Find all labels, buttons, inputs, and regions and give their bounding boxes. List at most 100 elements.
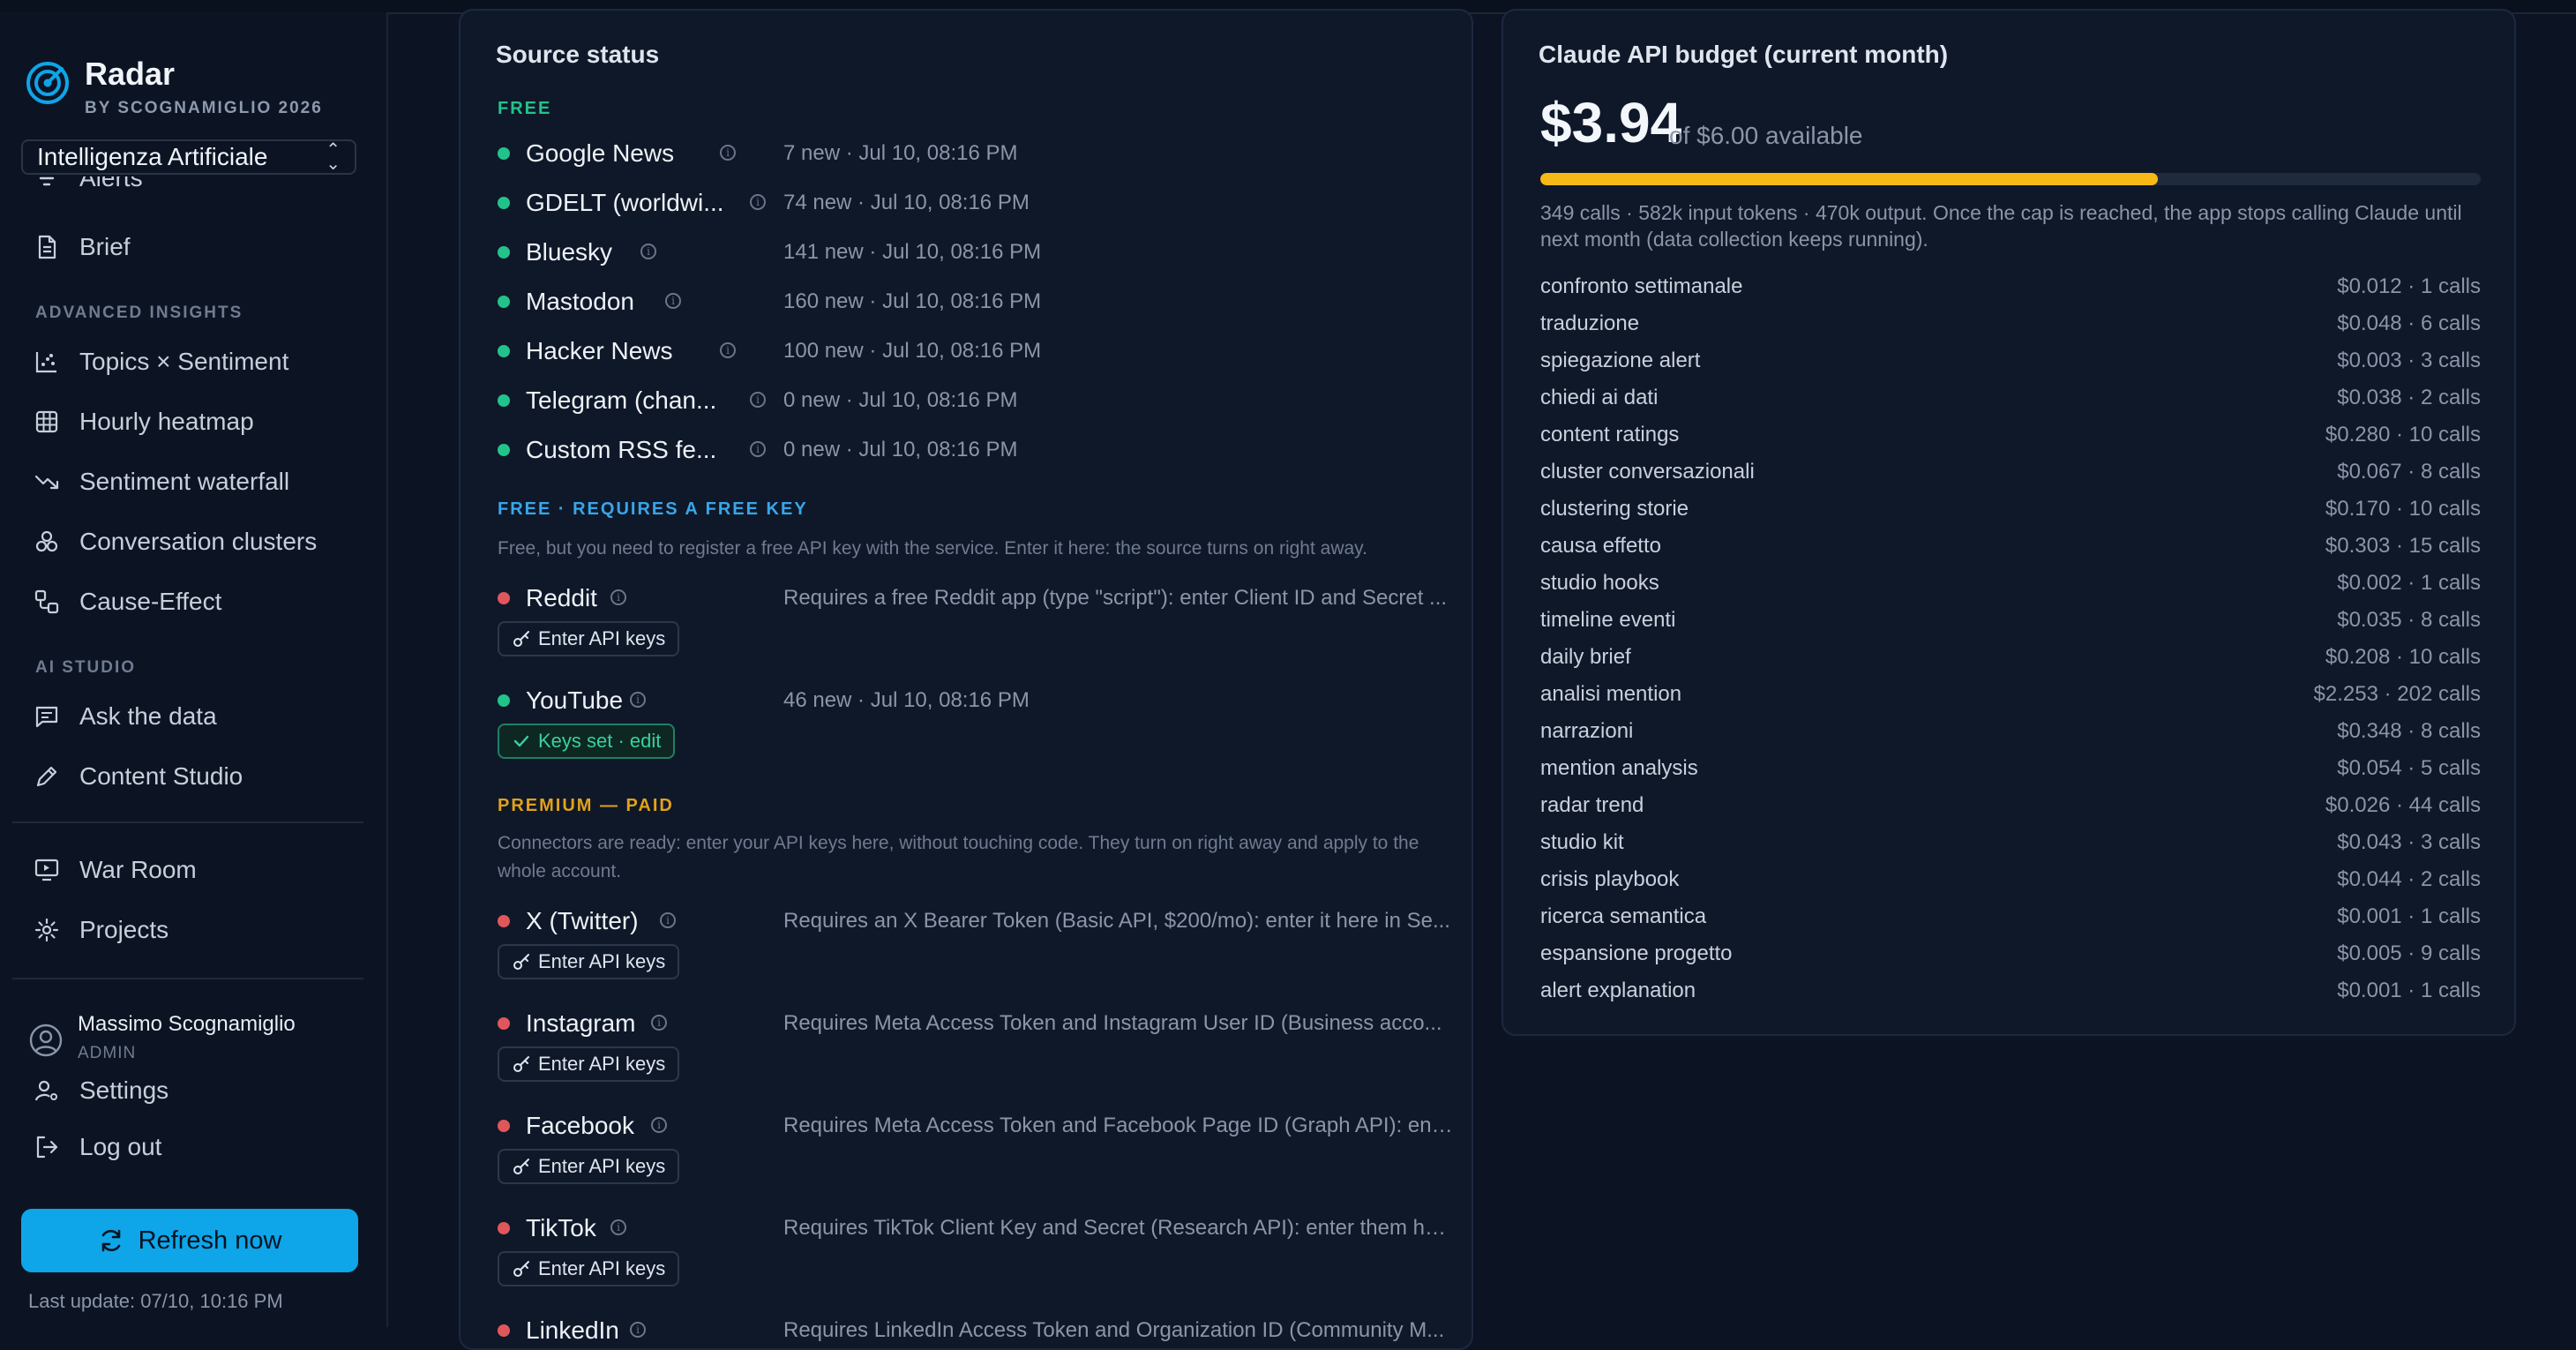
info-icon[interactable]: i [660,912,676,928]
source-row[interactable]: Hacker News i 100 new · Jul 10, 08:16 PM [498,332,1450,371]
nav-label: Sentiment waterfall [79,468,290,495]
source-status: Requires a free Reddit app (type "script… [783,586,1448,610]
usage-name: daily brief [1540,645,1631,669]
project-select[interactable]: Intelligenza Artificiale ⌃ ⌄ [21,139,356,175]
info-icon[interactable]: i [640,244,656,259]
enter-api-keys-button[interactable]: Enter API keys [498,1149,680,1184]
nav-item-cause-effect[interactable]: Cause-Effect [34,575,360,628]
status-dot [498,1017,510,1030]
status-dot [498,592,510,604]
panel-title: Source status [496,41,660,68]
nav-item-sentiment-waterfall[interactable]: Sentiment waterfall [34,455,360,508]
source-row[interactable]: Google News i 7 new · Jul 10, 08:16 PM [498,134,1450,173]
nav-label: Projects [79,916,169,943]
source-name: X (Twitter) [526,907,639,934]
usage-value: $0.003 · 3 calls [2337,349,2481,372]
enter-api-keys-button[interactable]: Enter API keys [498,1251,680,1286]
usage-name: studio hooks [1540,571,1659,595]
panel-title: Claude API budget (current month) [1539,41,1949,68]
info-icon[interactable]: i [750,392,766,408]
source-row[interactable]: Custom RSS fe... i 0 new · Jul 10, 08:16… [498,431,1450,469]
keys-set-edit-button[interactable]: Keys set · edit [498,724,676,759]
usage-row: alert explanation $0.001 · 1 calls [1540,972,2481,1009]
source-row[interactable]: Facebook i Requires Meta Access Token an… [498,1106,1454,1145]
status-dot [498,345,510,357]
alerts-icon [39,176,55,186]
budget-note: 349 calls · 582k input tokens · 470k out… [1540,201,2462,251]
source-row[interactable]: X (Twitter) i Requires an X Bearer Token… [498,902,1450,941]
info-icon[interactable]: i [665,293,681,309]
enter-api-keys-button[interactable]: Enter API keys [498,621,680,656]
nav-item-ask-data[interactable]: Ask the data [34,690,360,743]
source-row[interactable]: Telegram (chan... i 0 new · Jul 10, 08:1… [498,381,1450,420]
usage-row: narrazioni $0.348 · 8 calls [1540,713,2481,750]
chat-list-icon [35,706,58,728]
usage-row: ricerca semantica $0.001 · 1 calls [1540,898,2481,935]
info-icon[interactable]: i [630,1322,646,1338]
nav-item-topics-sentiment[interactable]: Topics × Sentiment [34,335,360,388]
source-name: YouTube [526,686,624,714]
source-row[interactable]: Bluesky i 141 new · Jul 10, 08:16 PM [498,233,1450,272]
radar-logo-icon [26,62,69,104]
enter-api-keys-button[interactable]: Enter API keys [498,944,680,979]
sidebar: Radar BY SCOGNAMIGLIO 2026 Intelligenza … [0,12,388,1327]
info-icon[interactable]: i [610,589,626,605]
usage-name: analisi mention [1540,682,1682,706]
usage-name: mention analysis [1540,756,1698,780]
source-row[interactable]: Mastodon i 160 new · Jul 10, 08:16 PM [498,282,1450,321]
source-name: Hacker News [526,337,673,364]
usage-row: confronto settimanale $0.012 · 1 calls [1540,268,2481,305]
usage-row: causa effetto $0.303 · 15 calls [1540,528,2481,565]
info-icon[interactable]: i [651,1117,667,1133]
source-status: Requires TikTok Client Key and Secret (R… [783,1216,1454,1240]
usage-row: radar trend $0.026 · 44 calls [1540,787,2481,824]
brand[interactable]: Radar BY SCOGNAMIGLIO 2026 [25,56,323,118]
brand-subtitle: BY SCOGNAMIGLIO 2026 [85,99,323,117]
source-name: Google News [526,139,675,167]
source-row[interactable]: YouTube i 46 new · Jul 10, 08:16 PM [498,681,1450,720]
budget-progress-fill [1540,173,2159,185]
brand-title: Radar [85,56,176,92]
source-row[interactable]: TikTok i Requires TikTok Client Key and … [498,1209,1454,1248]
usage-value: $0.044 · 2 calls [2337,867,2481,891]
nav-label: Content Studio [79,762,243,790]
info-icon[interactable]: i [720,342,736,358]
usage-value: $0.048 · 6 calls [2337,311,2481,335]
usage-row: spiegazione alert $0.003 · 3 calls [1540,342,2481,379]
check-icon [513,735,529,747]
usage-name: crisis playbook [1540,867,1680,891]
source-row[interactable]: Reddit i Requires a free Reddit app (typ… [498,579,1450,618]
usage-value: $0.303 · 15 calls [2325,534,2481,558]
nav-item-brief[interactable]: Brief [34,221,360,274]
nav-item-war-room[interactable]: War Room [34,844,360,896]
source-row[interactable]: Instagram i Requires Meta Access Token a… [498,1004,1450,1043]
nav-item-conversation-clusters[interactable]: Conversation clusters [34,515,360,568]
refresh-button[interactable]: Refresh now [21,1209,358,1272]
category-free-key: FREE · REQUIRES A FREE KEY [498,499,808,519]
nav-item-projects[interactable]: Projects [34,904,360,956]
usage-value: $0.348 · 8 calls [2337,719,2481,743]
nav-item-settings[interactable]: Settings [34,1064,360,1117]
info-icon[interactable]: i [630,692,646,708]
usage-name: spiegazione alert [1540,349,1701,372]
info-icon[interactable]: i [750,194,766,210]
info-icon[interactable]: i [610,1219,626,1235]
source-status: 0 new · Jul 10, 08:16 PM [783,438,1018,461]
nav-item-alerts[interactable]: Alerts [34,176,351,199]
status-dot [498,1222,510,1234]
nav-item-hourly-heatmap[interactable]: Hourly heatmap [34,395,360,448]
nav-item-content-studio[interactable]: Content Studio [34,750,360,803]
usage-value: $0.067 · 8 calls [2337,460,2481,484]
source-status: 46 new · Jul 10, 08:16 PM [783,688,1030,712]
usage-name: espansione progetto [1540,941,1733,965]
info-icon[interactable]: i [720,145,736,161]
source-row[interactable]: GDELT (worldwi... i 74 new · Jul 10, 08:… [498,184,1450,222]
source-name: Bluesky [526,238,613,266]
user-profile[interactable]: Massimo Scognamiglio ADMIN [28,1012,296,1063]
nav-item-logout[interactable]: Log out [34,1121,360,1174]
info-icon[interactable]: i [750,441,766,457]
status-dot [498,296,510,308]
source-row[interactable]: LinkedIn i Requires LinkedIn Access Toke… [498,1311,1450,1348]
enter-api-keys-button[interactable]: Enter API keys [498,1046,680,1082]
info-icon[interactable]: i [651,1015,667,1031]
